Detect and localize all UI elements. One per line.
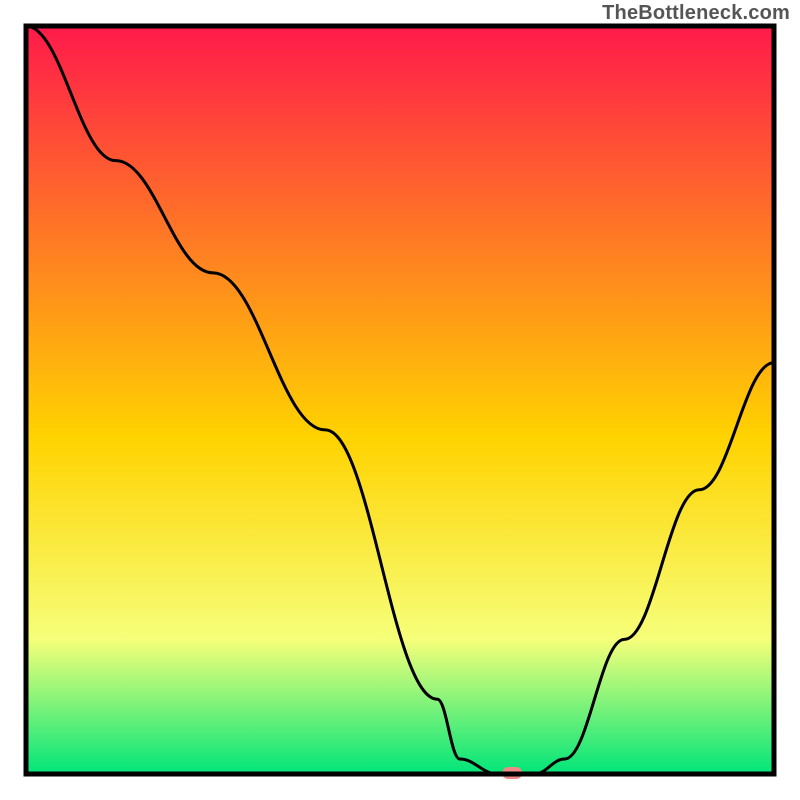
gradient-background	[26, 26, 774, 774]
plot-area	[26, 26, 774, 779]
chart-svg	[0, 0, 800, 800]
watermark-label: TheBottleneck.com	[602, 2, 790, 25]
bottleneck-chart: TheBottleneck.com	[0, 0, 800, 800]
